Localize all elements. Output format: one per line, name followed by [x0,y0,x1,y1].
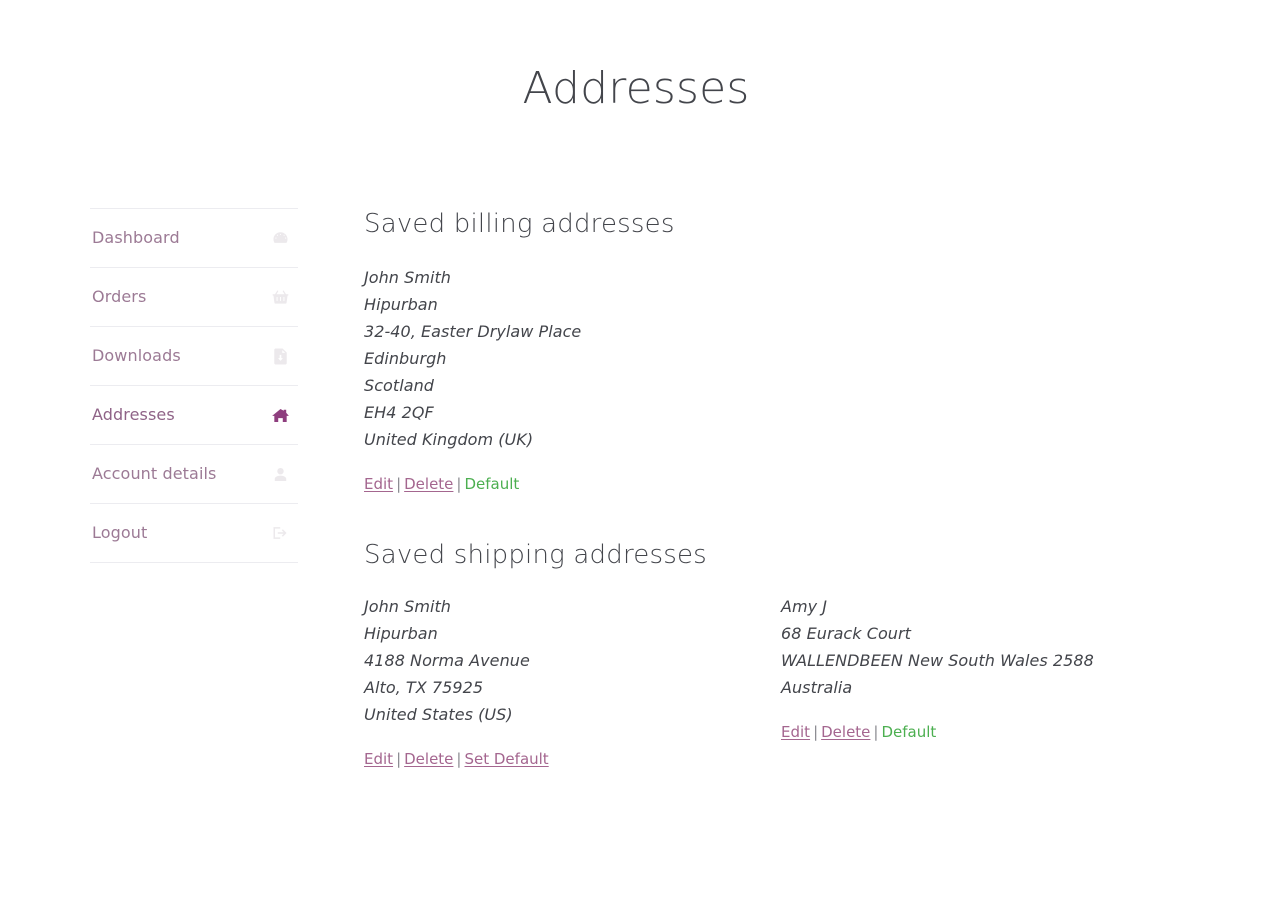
billing-columns: John Smith Hipurban 32-40, Easter Drylaw… [364,264,1198,492]
address-line: WALLENDBEEN New South Wales 2588 [781,651,1094,670]
sidebar-link-addresses[interactable]: Addresses [92,407,175,423]
dashboard-gauge-icon [270,228,290,248]
sign-out-icon [270,523,290,543]
sidebar-link-downloads[interactable]: Downloads [92,348,181,364]
account-nav-list: Dashboard Orders Downloads Addresses Acc… [90,208,298,563]
sidebar-item-dashboard[interactable]: Dashboard [90,209,298,268]
address-line: Scotland [364,375,434,395]
delete-address-link[interactable]: Delete [821,723,870,741]
billing-address-block: John Smith Hipurban 32-40, Easter Drylaw… [364,264,781,453]
billing-address-actions: Edit | Delete | Default [364,474,781,493]
default-address-badge: Default [464,474,520,493]
billing-address-card: John Smith Hipurban 32-40, Easter Drylaw… [364,264,781,492]
shopping-basket-icon [270,287,290,307]
address-line: Alto, TX 75925 [364,678,484,697]
address-line: United States (US) [364,705,513,724]
sidebar-item-addresses[interactable]: Addresses [90,386,298,445]
address-line: Hipurban [364,624,438,643]
sidebar-link-account-details[interactable]: Account details [92,466,217,482]
user-icon [270,464,290,484]
edit-address-link[interactable]: Edit [364,750,393,768]
page-title: Addresses [522,63,750,115]
shipping-address-actions-2: Edit | Delete | Default [781,725,1198,740]
action-separator: | [873,723,879,741]
shipping-address-block: John Smith Hipurban 4188 Norma Avenue Al… [364,593,781,728]
billing-section-title: Saved billing addresses [364,209,675,239]
account-navigation: Dashboard Orders Downloads Addresses Acc… [90,208,298,563]
action-separator: | [396,474,402,493]
address-line: United Kingdom (UK) [364,429,534,449]
delete-address-link[interactable]: Delete [404,750,453,768]
action-separator: | [456,474,462,493]
shipping-address-actions-1: Edit | Delete | Set Default [364,752,781,767]
account-layout: Dashboard Orders Downloads Addresses Acc… [90,208,1180,767]
billing-addresses-section: Saved billing addresses John Smith Hipur… [364,208,1198,492]
address-line: John Smith [364,597,451,616]
action-separator: | [456,750,462,768]
address-line: 68 Eurack Court [781,624,911,643]
sidebar-item-downloads[interactable]: Downloads [90,327,298,386]
address-line: Hipurban [364,294,438,314]
sidebar-item-account-details[interactable]: Account details [90,445,298,504]
delete-address-link[interactable]: Delete [404,475,453,493]
set-default-address-link[interactable]: Set Default [464,750,548,768]
edit-address-link[interactable]: Edit [781,723,810,741]
sidebar-item-logout[interactable]: Logout [90,504,298,563]
sidebar-link-orders[interactable]: Orders [92,289,146,305]
shipping-address-block: Amy J 68 Eurack Court WALLENDBEEN New So… [781,593,1198,701]
account-addresses-page: Addresses Dashboard Orders Downloads Add… [0,0,1272,900]
shipping-addresses-section: Saved shipping addresses John Smith Hipu… [364,539,1198,768]
address-line: Australia [781,678,853,697]
sidebar-link-logout[interactable]: Logout [92,525,147,541]
address-line: 32-40, Easter Drylaw Place [364,321,582,341]
sidebar-link-dashboard[interactable]: Dashboard [92,230,180,246]
shipping-address-card-1: John Smith Hipurban 4188 Norma Avenue Al… [364,593,781,767]
account-content: Saved billing addresses John Smith Hipur… [298,208,1198,767]
address-line: Edinburgh [364,348,447,368]
address-line: EH4 2QF [364,402,434,422]
edit-address-link[interactable]: Edit [364,475,393,493]
address-line: Amy J [781,597,828,616]
address-line: John Smith [364,267,451,287]
action-separator: | [396,750,402,768]
default-address-badge: Default [881,723,937,741]
action-separator: | [813,723,819,741]
shipping-section-title: Saved shipping addresses [364,539,707,570]
address-line: 4188 Norma Avenue [364,651,530,670]
shipping-columns: John Smith Hipurban 4188 Norma Avenue Al… [364,593,1198,767]
download-file-icon [270,346,290,366]
home-icon [270,405,290,425]
shipping-address-card-2: Amy J 68 Eurack Court WALLENDBEEN New So… [781,593,1198,767]
sidebar-item-orders[interactable]: Orders [90,268,298,327]
